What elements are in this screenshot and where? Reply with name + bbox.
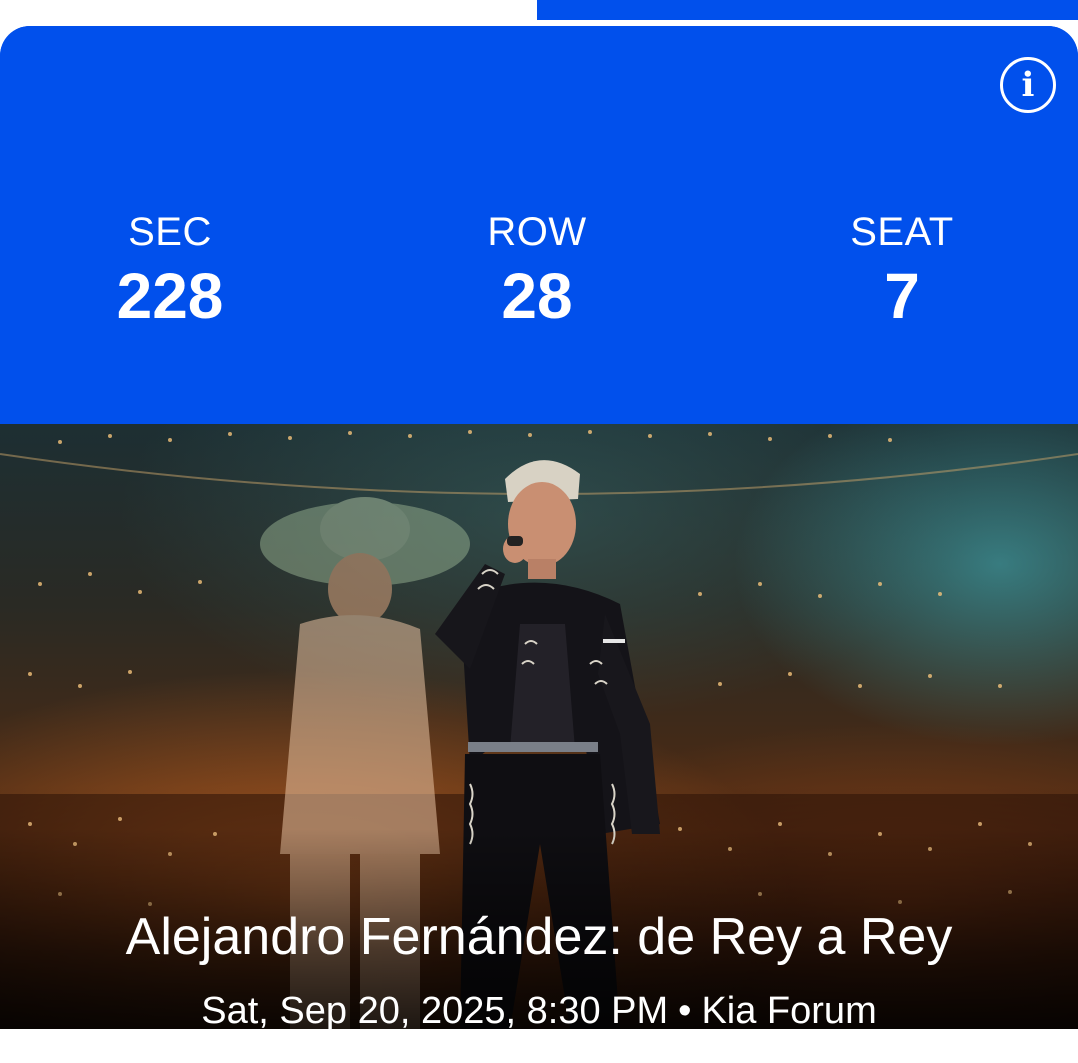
seat-info: SEAT 7 — [772, 210, 1032, 332]
section-label: SEC — [128, 210, 212, 254]
info-glyph: i — [1021, 65, 1035, 105]
row-value: 28 — [501, 260, 573, 332]
event-datetime: Sat, Sep 20, 2025, 8:30 PM — [201, 990, 669, 1029]
event-venue: Kia Forum — [701, 990, 877, 1029]
info-icon[interactable]: i — [1000, 57, 1056, 113]
section-value: 228 — [116, 260, 224, 332]
row-label: ROW — [487, 210, 587, 254]
details-separator: • — [678, 990, 692, 1029]
event-details: Sat, Sep 20, 2025, 8:30 PM • Kia Forum — [0, 988, 1078, 1029]
seat-value: 7 — [884, 260, 920, 332]
section-info: SEC 228 — [40, 210, 300, 332]
ticket-screen: i SEC 228 ROW 28 SEAT 7 Alejandro Fernán… — [0, 0, 1078, 1063]
stacked-ticket-edge — [537, 0, 1078, 20]
event-title: Alejandro Fernández: de Rey a Rey — [125, 908, 953, 966]
ticket-card[interactable]: i SEC 228 ROW 28 SEAT 7 Alejandro Fernán… — [0, 26, 1078, 1029]
ticket-header: i SEC 228 ROW 28 SEAT 7 — [0, 26, 1078, 424]
seat-label: SEAT — [850, 210, 954, 254]
row-info: ROW 28 — [407, 210, 667, 332]
